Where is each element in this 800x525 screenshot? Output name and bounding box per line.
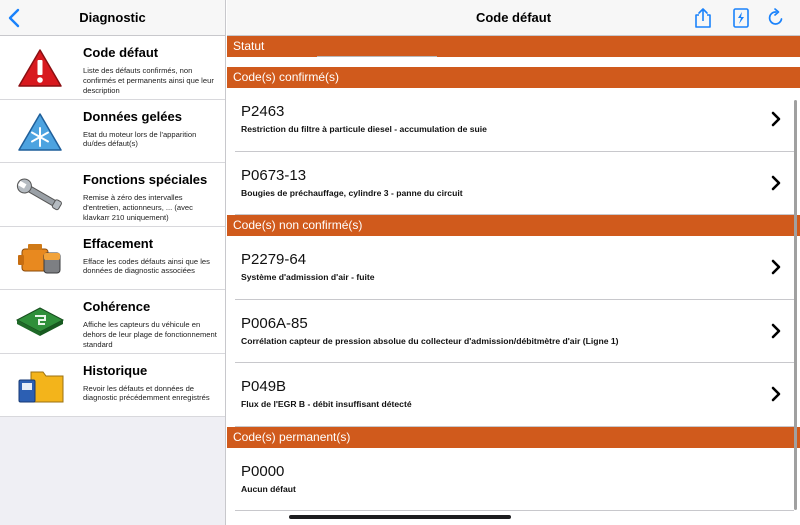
- fault-description: Système d'admission d'air - fuite: [241, 272, 375, 282]
- main-header: Code défaut: [227, 0, 800, 36]
- chevron-right-icon: [771, 386, 781, 402]
- code-row[interactable]: P2463 Restriction du filtre à particule …: [235, 88, 794, 152]
- menu-item-title: Cohérence: [83, 299, 151, 314]
- menu-item-historique[interactable]: Historique Revoir les défauts et données…: [0, 354, 225, 417]
- code-row[interactable]: P049B Flux de l'EGR B - débit insuffisan…: [235, 363, 794, 427]
- warning-triangle-icon: [14, 48, 66, 88]
- menu-item-desc: Remise à zéro des intervalles d'entretie…: [83, 193, 193, 222]
- chevron-right-icon: [771, 259, 781, 275]
- section-header-unconfirmed: Code(s) non confirmé(s): [227, 215, 800, 236]
- chevron-right-icon: [771, 111, 781, 127]
- fault-code: P006A-85: [241, 314, 308, 332]
- sidebar-title: Diagnostic: [79, 10, 146, 25]
- code-row[interactable]: P2279-64 Système d'admission d'air - fui…: [235, 236, 794, 300]
- code-row[interactable]: P006A-85 Corrélation capteur de pression…: [235, 300, 794, 363]
- menu-item-effacement[interactable]: Effacement Efface les codes défauts ains…: [0, 227, 225, 290]
- fault-code: P049B: [241, 378, 287, 395]
- menu-item-title: Effacement: [83, 235, 154, 251]
- home-indicator[interactable]: [289, 515, 511, 519]
- fault-description: Restriction du filtre à particule diesel…: [241, 124, 487, 134]
- chevron-right-icon: [771, 323, 781, 338]
- chevron-right-icon: [771, 175, 781, 190]
- status-progress-line: [317, 56, 437, 57]
- diagnostic-menu: Code défaut Liste des défauts confirmés,…: [0, 36, 225, 417]
- fault-description: Flux de l'EGR B - débit insuffisant déte…: [241, 399, 412, 409]
- menu-item-title: Code défaut: [83, 45, 159, 60]
- code-row: P0000 Aucun défaut: [235, 448, 794, 511]
- wrench-icon: [14, 175, 66, 215]
- menu-item-fonctions-speciales[interactable]: Fonctions spéciales Remise à zéro des in…: [0, 163, 225, 227]
- menu-item-desc: Liste des défauts confirmés, non confirm…: [83, 66, 214, 95]
- menu-item-coherence[interactable]: Cohérence Affiche les capteurs du véhicu…: [0, 290, 225, 354]
- section-label: Code(s) confirmé(s): [233, 70, 340, 84]
- section-label: Code(s) non confirmé(s): [233, 218, 363, 232]
- code-row[interactable]: P0673-13 Bougies de préchauffage, cylind…: [235, 152, 794, 215]
- scrollbar[interactable]: [794, 100, 797, 510]
- section-header-permanent: Code(s) permanent(s): [227, 426, 800, 448]
- fault-code: P2279-64: [241, 251, 307, 268]
- menu-item-desc: Affiche les capteurs du véhicule en deho…: [83, 320, 217, 349]
- fault-code: P0673-13: [241, 166, 307, 184]
- menu-item-desc: Revoir les défauts et données de diagnos…: [83, 383, 210, 403]
- green-sensor-board-icon: [14, 302, 66, 342]
- fault-code: P2463: [241, 103, 285, 120]
- sidebar-header: Diagnostic: [0, 0, 225, 36]
- fault-description: Bougies de préchauffage, cylindre 3 - pa…: [241, 187, 463, 198]
- menu-item-desc: Etat du moteur lors de l'apparition du/d…: [83, 129, 197, 149]
- section-label: Code(s) permanent(s): [233, 429, 351, 444]
- refresh-icon[interactable]: [766, 7, 786, 29]
- fault-description: Corrélation capteur de pression absolue …: [241, 335, 619, 346]
- section-label: Statut: [233, 39, 265, 53]
- menu-item-desc: Efface les codes défauts ainsi que les d…: [83, 256, 210, 276]
- menu-item-title: Données gelées: [83, 108, 182, 124]
- menu-item-donnees-gelees[interactable]: Données gelées Etat du moteur lors de l'…: [0, 100, 225, 163]
- engine-eraser-icon: [14, 239, 66, 279]
- snowflake-triangle-icon: [14, 112, 66, 152]
- folder-sdcard-icon: [14, 366, 66, 406]
- menu-item-code-defaut[interactable]: Code défaut Liste des défauts confirmés,…: [0, 36, 225, 100]
- fault-code: P0000: [241, 462, 285, 480]
- report-icon[interactable]: [731, 7, 751, 29]
- section-header-statut: Statut: [227, 36, 800, 57]
- menu-item-title: Historique: [83, 362, 148, 378]
- menu-item-title: Fonctions spéciales: [83, 172, 208, 187]
- share-icon[interactable]: [693, 7, 713, 29]
- section-header-confirmed: Code(s) confirmé(s): [227, 67, 800, 88]
- page-title: Code défaut: [475, 10, 552, 25]
- sidebar: Diagnostic Code défaut Liste des défauts…: [0, 0, 226, 525]
- main-panel: Code défaut Statut Code(s) confirmé(s) P…: [227, 0, 800, 525]
- fault-description: Aucun défaut: [241, 483, 296, 494]
